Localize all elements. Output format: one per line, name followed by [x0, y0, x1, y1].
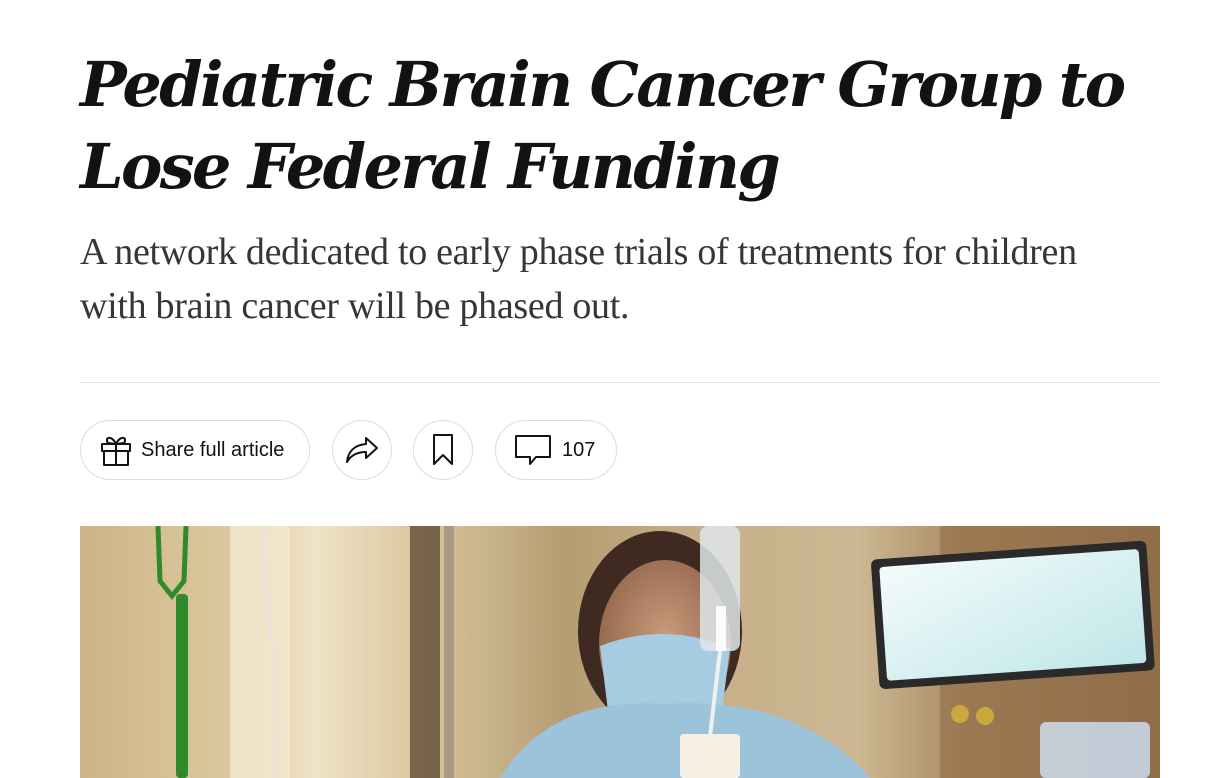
comments-count: 107 [562, 438, 596, 461]
share-full-article-label: Share full article [141, 438, 285, 461]
divider [80, 382, 1160, 383]
share-button[interactable] [332, 420, 392, 480]
share-full-article-button[interactable]: Share full article [80, 420, 310, 480]
bookmark-icon [431, 433, 455, 467]
article-page: Pediatric Brain Cancer Group to Lose Fed… [0, 0, 1210, 778]
save-button[interactable] [413, 420, 473, 480]
gift-icon [99, 433, 133, 467]
article-toolbar: Share full article 107 [80, 420, 617, 480]
share-arrow-icon [344, 435, 380, 465]
article-headline: Pediatric Brain Cancer Group to Lose Fed… [80, 48, 1126, 203]
lead-photo-illustration [155, 526, 1160, 778]
speech-bubble-icon [514, 433, 552, 467]
article-summary: A network dedicated to early phase trial… [80, 231, 1077, 327]
comments-button[interactable]: 107 [495, 420, 617, 480]
article-lead-photo [80, 526, 1160, 778]
